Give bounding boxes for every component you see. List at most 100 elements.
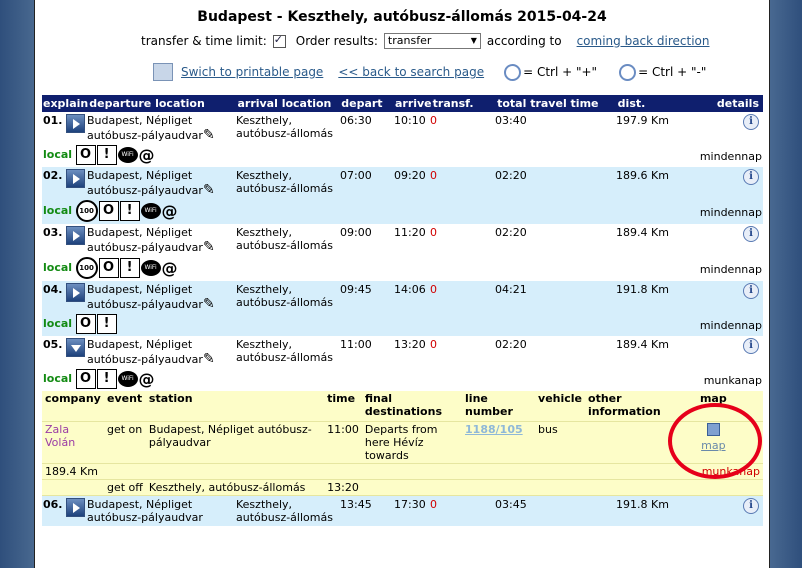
printable-link[interactable]: Swich to printable page	[181, 65, 323, 79]
transfer-count: 0	[429, 167, 494, 200]
departure-location: Budapest, Népliget autóbusz-pályaudvar	[86, 496, 235, 526]
ticket-icon: ✎	[202, 351, 215, 367]
info-icon[interactable]: i	[743, 283, 759, 299]
details-header: company event station time final destina…	[42, 391, 763, 422]
depart-time: 13:45	[339, 496, 393, 526]
annotation-circle	[668, 403, 762, 479]
exclamation-icon: !	[96, 145, 117, 165]
local-label: local	[43, 317, 73, 330]
running-days: munkanap	[703, 373, 762, 387]
trip-number: 03.	[43, 226, 63, 239]
time-end: 13:20	[324, 479, 362, 496]
total-time: 02:20	[494, 167, 615, 200]
det-col-event: event	[103, 391, 146, 422]
departure-location: Budapest, Népliget autóbusz-pályaudvar	[87, 226, 203, 254]
back-link[interactable]: << back to search page	[338, 65, 484, 79]
restriction-o-icon: O	[75, 314, 96, 334]
details-row-dist: 189.4 Km munkanap	[42, 463, 763, 480]
table-row-extra: local O! WiFi @ munkanap	[42, 369, 763, 391]
trip-number: 06.	[43, 498, 63, 511]
det-col-time: time	[324, 391, 362, 422]
info-icon[interactable]: i	[743, 114, 759, 130]
col-transf: transf.	[431, 95, 497, 112]
arrive-time: 11:20	[393, 224, 429, 257]
info-icon[interactable]: i	[743, 498, 759, 514]
table-row[interactable]: 04. Budapest, Népliget autóbusz-pályaudv…	[42, 281, 763, 314]
options-bar: transfer & time limit: Order results: tr…	[141, 33, 710, 49]
transfer-label: transfer & time limit:	[141, 34, 267, 48]
ticket-icon: ✎	[202, 127, 215, 143]
info-icon[interactable]: i	[743, 338, 759, 354]
table-row-extra: local 100 O! WiFi @ mindennap	[42, 200, 763, 224]
local-label: local	[43, 204, 73, 217]
expand-icon[interactable]	[66, 498, 85, 517]
arrive-time: 14:06	[393, 281, 429, 314]
transfer-count: 0	[429, 496, 494, 526]
zoom-in-icon	[504, 63, 522, 81]
table-row[interactable]: 01. Budapest, Népliget autóbusz-pályaudv…	[42, 112, 763, 145]
zoom-out-icon	[619, 63, 637, 81]
at-icon: @	[161, 258, 178, 278]
order-select[interactable]: transfer ▼	[383, 33, 481, 49]
arrival-location: Keszthely, autóbusz-állomás	[235, 167, 339, 200]
transfer-checkbox[interactable]	[272, 33, 286, 48]
table-row[interactable]: 06. Budapest, Népliget autóbusz-pályaudv…	[42, 496, 763, 526]
col-total: total travel time	[496, 95, 617, 112]
order-select-value: transfer	[387, 34, 432, 47]
total-time: 03:45	[494, 496, 615, 526]
left-background	[0, 0, 34, 568]
company-name: Zala Volán	[42, 421, 104, 464]
depart-time: 09:45	[339, 281, 393, 314]
wifi-icon: WiFi	[140, 203, 161, 219]
link-bar: Swich to printable page << back to searc…	[153, 63, 706, 81]
expand-icon[interactable]	[66, 114, 85, 133]
table-row-extra: local O! mindennap	[42, 314, 763, 336]
distance: 189.6 Km	[615, 167, 703, 200]
order-label: Order results:	[295, 34, 378, 48]
restriction-o-icon: O	[98, 258, 119, 278]
table-header: explain departure location arrival locat…	[42, 95, 763, 112]
table-row[interactable]: 05. Budapest, Népliget autóbusz-pályaudv…	[42, 336, 763, 369]
results-table: explain departure location arrival locat…	[42, 95, 763, 112]
coming-back-link[interactable]: coming back direction	[577, 34, 710, 48]
det-col-line: line number	[462, 391, 536, 422]
arrive-time: 17:30	[393, 496, 429, 526]
restriction-o-icon: O	[75, 369, 96, 389]
route-details: company event station time final destina…	[42, 391, 763, 496]
departure-location: Budapest, Népliget autóbusz-pályaudvar	[87, 338, 203, 366]
speed-100-icon: 100	[75, 257, 98, 279]
expand-icon[interactable]	[66, 338, 85, 357]
trip-number: 05.	[43, 338, 63, 351]
det-col-final: final destinations	[361, 391, 463, 422]
table-row-extra: local O! WiFi @ mindennap	[42, 145, 763, 167]
col-departure: departure location	[88, 95, 237, 112]
arrive-time: 09:20	[393, 167, 429, 200]
wifi-icon: WiFi	[117, 371, 138, 387]
info-icon[interactable]: i	[743, 169, 759, 185]
col-arrival: arrival location	[236, 95, 341, 112]
expand-icon[interactable]	[66, 226, 85, 245]
running-days: mindennap	[699, 262, 762, 276]
at-icon: @	[161, 201, 178, 221]
table-row[interactable]: 02. Budapest, Népliget autóbusz-pályaudv…	[42, 167, 763, 200]
distance: 191.8 Km	[615, 496, 703, 526]
info-icon[interactable]: i	[743, 226, 759, 242]
printer-icon[interactable]	[153, 63, 173, 81]
distance: 189.4 Km	[615, 336, 703, 369]
exclamation-icon: !	[119, 258, 140, 278]
according-label: according to	[486, 34, 562, 48]
line-number-link[interactable]: 1188/105	[465, 423, 523, 436]
col-arrive: arrive	[393, 95, 432, 112]
total-time: 03:40	[494, 112, 615, 145]
running-days: mindennap	[699, 149, 762, 163]
zoom-out-label: = Ctrl + "-"	[638, 65, 707, 79]
wifi-icon: WiFi	[117, 147, 138, 163]
transfer-count: 0	[429, 336, 494, 369]
trip-number: 04.	[43, 283, 63, 296]
expand-icon[interactable]	[66, 283, 85, 302]
station-end: Keszthely, autóbusz-állomás	[145, 479, 325, 496]
table-row[interactable]: 03. Budapest, Népliget autóbusz-pályaudv…	[42, 224, 763, 257]
restriction-o-icon: O	[98, 201, 119, 221]
expand-icon[interactable]	[66, 169, 85, 188]
col-details: details	[703, 95, 763, 112]
